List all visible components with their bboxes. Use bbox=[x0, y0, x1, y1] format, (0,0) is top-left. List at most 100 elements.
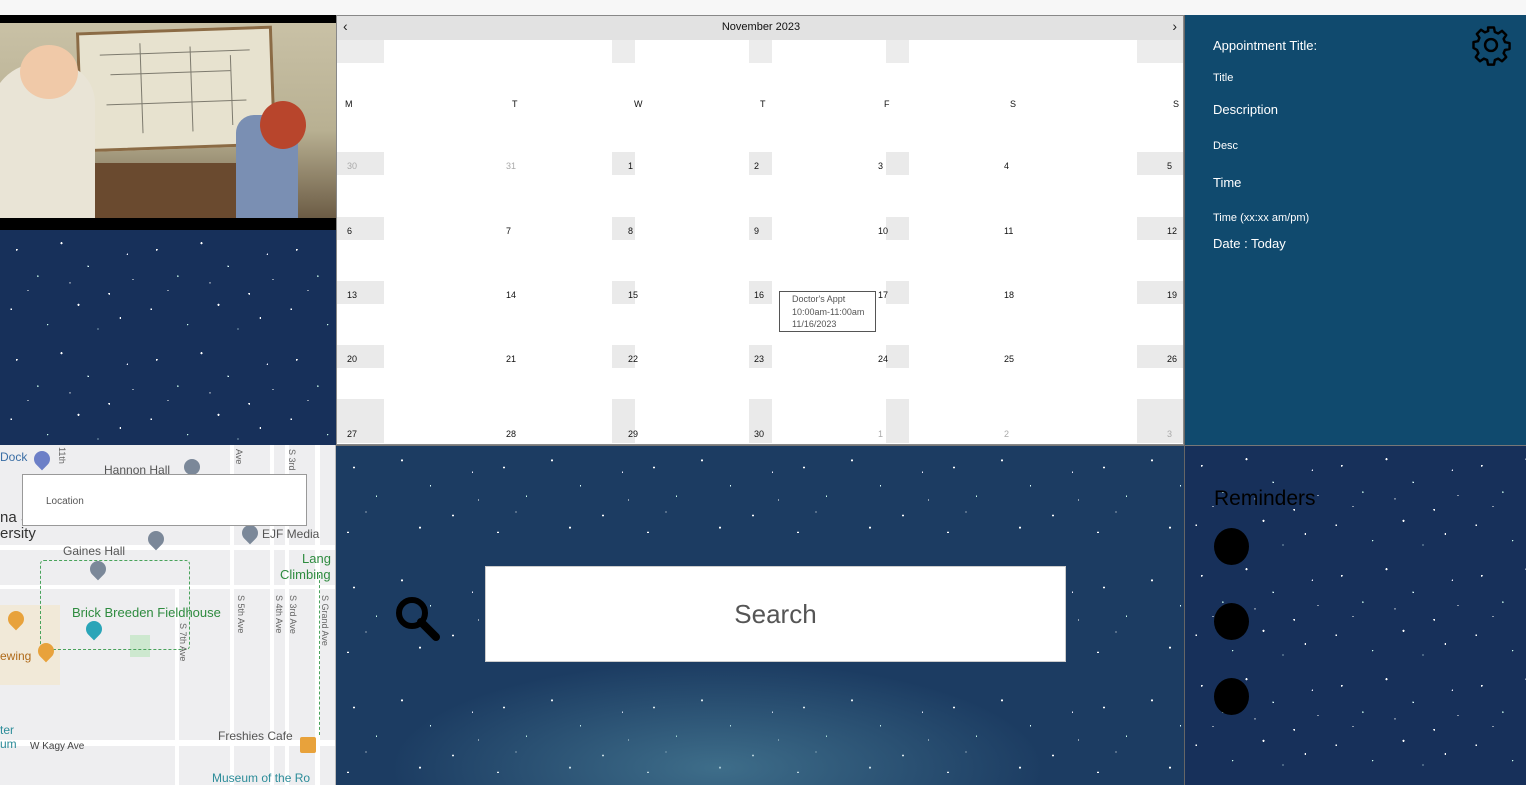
map-label-gaines-hall: Gaines Hall bbox=[63, 544, 126, 558]
calendar-day[interactable]: 27 bbox=[347, 429, 357, 439]
calendar-day[interactable]: 14 bbox=[506, 290, 516, 300]
calendar-header: ‹ November 2023 › bbox=[337, 16, 1183, 40]
map-label-um: um bbox=[0, 737, 17, 751]
app-root: Dock Hannon Hall na S ersity Gaines Hall… bbox=[0, 15, 1526, 785]
calendar-day[interactable]: 1 bbox=[628, 161, 633, 171]
cafe-icon bbox=[300, 737, 316, 753]
calendar-day[interactable]: 13 bbox=[347, 290, 357, 300]
map-label-s-5th-ave: S 5th Ave bbox=[236, 595, 246, 634]
calendar-day[interactable]: 22 bbox=[628, 354, 638, 364]
calendar-day[interactable]: 12 bbox=[1167, 226, 1177, 236]
appointment-panel: Appointment Title: Title Description Des… bbox=[1184, 15, 1526, 445]
calendar-day[interactable]: 15 bbox=[628, 290, 638, 300]
map-pin-icon bbox=[184, 459, 200, 475]
calendar-column-shade bbox=[1137, 40, 1183, 63]
weekday-header: F bbox=[884, 99, 890, 109]
calendar-column-shade bbox=[612, 40, 635, 63]
map-pin-icon bbox=[30, 447, 54, 471]
map-label-climbing: Climbing bbox=[280, 567, 331, 582]
day-cell-shade bbox=[886, 152, 909, 175]
map-label-ave: Ave bbox=[234, 449, 244, 465]
calendar-day[interactable]: 9 bbox=[754, 226, 759, 236]
calendar-day[interactable]: 20 bbox=[347, 354, 357, 364]
search-icon[interactable] bbox=[392, 593, 442, 643]
weekday-header: T bbox=[760, 99, 766, 109]
weekday-header: W bbox=[634, 99, 643, 109]
calendar-day[interactable]: 29 bbox=[628, 429, 638, 439]
reminder-dot[interactable] bbox=[1214, 603, 1249, 640]
map-label-w-kagy-ave: W Kagy Ave bbox=[30, 741, 85, 752]
location-field[interactable]: Location bbox=[22, 474, 307, 526]
calendar-day[interactable]: 28 bbox=[506, 429, 516, 439]
artwork-scene bbox=[0, 23, 336, 218]
artwork-image bbox=[0, 15, 336, 230]
map-label-lang: Lang bbox=[302, 551, 331, 566]
map-label-ejf-media: EJF Media bbox=[262, 527, 320, 541]
calendar-day[interactable]: 2 bbox=[1004, 429, 1009, 439]
map-label-s-grand-ave: S Grand Ave bbox=[320, 595, 330, 646]
description-label: Description bbox=[1213, 102, 1279, 117]
map-label-ewing: ewing bbox=[0, 649, 32, 663]
day-cell-shade bbox=[337, 217, 384, 240]
event-doctors-appt[interactable]: Doctor's Appt 10:00am-11:00am 11/16/2023 bbox=[779, 291, 876, 332]
search-input[interactable] bbox=[486, 567, 1065, 661]
map-label-university: ersity bbox=[0, 525, 36, 542]
day-cell-shade bbox=[886, 345, 909, 368]
search-panel bbox=[336, 445, 1184, 785]
calendar-day[interactable]: 18 bbox=[1004, 290, 1014, 300]
calendar-day[interactable]: 3 bbox=[878, 161, 883, 171]
time-field[interactable]: Time (xx:xx am/pm) bbox=[1213, 212, 1309, 224]
calendar-day[interactable]: 1 bbox=[878, 429, 883, 439]
event-date: 11/16/2023 bbox=[792, 319, 837, 329]
description-field[interactable]: Desc bbox=[1213, 140, 1238, 152]
calendar-day[interactable]: 10 bbox=[878, 226, 888, 236]
calendar-day[interactable]: 2 bbox=[754, 161, 759, 171]
calendar-day[interactable]: 11 bbox=[1004, 226, 1013, 236]
map-label-dock: Dock bbox=[0, 450, 28, 464]
gear-icon[interactable] bbox=[1470, 24, 1512, 66]
weekday-header: S bbox=[1010, 99, 1017, 109]
calendar-column-shade bbox=[886, 40, 909, 63]
map-panel[interactable]: Dock Hannon Hall na S ersity Gaines Hall… bbox=[0, 445, 336, 785]
day-cell-shade bbox=[1137, 399, 1183, 443]
date-label: Date : Today bbox=[1213, 236, 1286, 251]
calendar-day[interactable]: 4 bbox=[1004, 161, 1009, 171]
calendar-day[interactable]: 17 bbox=[878, 290, 888, 300]
calendar-day[interactable]: 24 bbox=[878, 354, 888, 364]
calendar-day[interactable]: 23 bbox=[754, 354, 764, 364]
calendar: ‹ November 2023 › M T W T F S S 30 31 1 2 3 4 5 6 7 8 9 10… bbox=[336, 15, 1184, 445]
calendar-day[interactable]: 16 bbox=[754, 290, 764, 300]
calendar-day[interactable]: 6 bbox=[347, 226, 352, 236]
calendar-day[interactable]: 21 bbox=[506, 354, 516, 364]
calendar-day[interactable]: 19 bbox=[1167, 290, 1177, 300]
calendar-column-shade bbox=[337, 40, 384, 63]
time-label: Time bbox=[1213, 175, 1242, 190]
map-label-brick-breeden: Brick Breeden Fieldhouse bbox=[72, 605, 221, 620]
reminder-dot[interactable] bbox=[1214, 528, 1249, 565]
next-month-button[interactable]: › bbox=[1172, 18, 1177, 34]
location-placeholder: Location bbox=[46, 496, 84, 507]
calendar-day[interactable]: 5 bbox=[1167, 161, 1172, 171]
reminder-dot[interactable] bbox=[1214, 678, 1249, 715]
day-cell-shade bbox=[886, 281, 909, 304]
search-box[interactable] bbox=[485, 566, 1066, 662]
day-cell-shade bbox=[1137, 152, 1183, 175]
weekday-header: M bbox=[345, 99, 353, 109]
map-label-s3rd: S 3rd bbox=[287, 449, 297, 471]
appointment-title-field[interactable]: Title bbox=[1213, 72, 1233, 84]
calendar-day[interactable]: 3 bbox=[1167, 429, 1172, 439]
calendar-day[interactable]: 30 bbox=[754, 429, 764, 439]
day-cell-shade bbox=[886, 217, 909, 240]
map-label-museum: Museum of the Ro bbox=[212, 771, 311, 785]
calendar-day[interactable]: 8 bbox=[628, 226, 633, 236]
map-label-ter: ter bbox=[0, 723, 15, 737]
calendar-day[interactable]: 31 bbox=[506, 161, 516, 171]
starfield-panel bbox=[0, 230, 336, 445]
calendar-day[interactable]: 25 bbox=[1004, 354, 1014, 364]
day-cell-shade bbox=[337, 281, 384, 304]
calendar-day[interactable]: 7 bbox=[506, 226, 511, 236]
calendar-day[interactable]: 26 bbox=[1167, 354, 1177, 364]
day-cell-shade bbox=[337, 152, 384, 175]
day-cell-shade bbox=[337, 345, 384, 368]
calendar-day[interactable]: 30 bbox=[347, 161, 357, 171]
